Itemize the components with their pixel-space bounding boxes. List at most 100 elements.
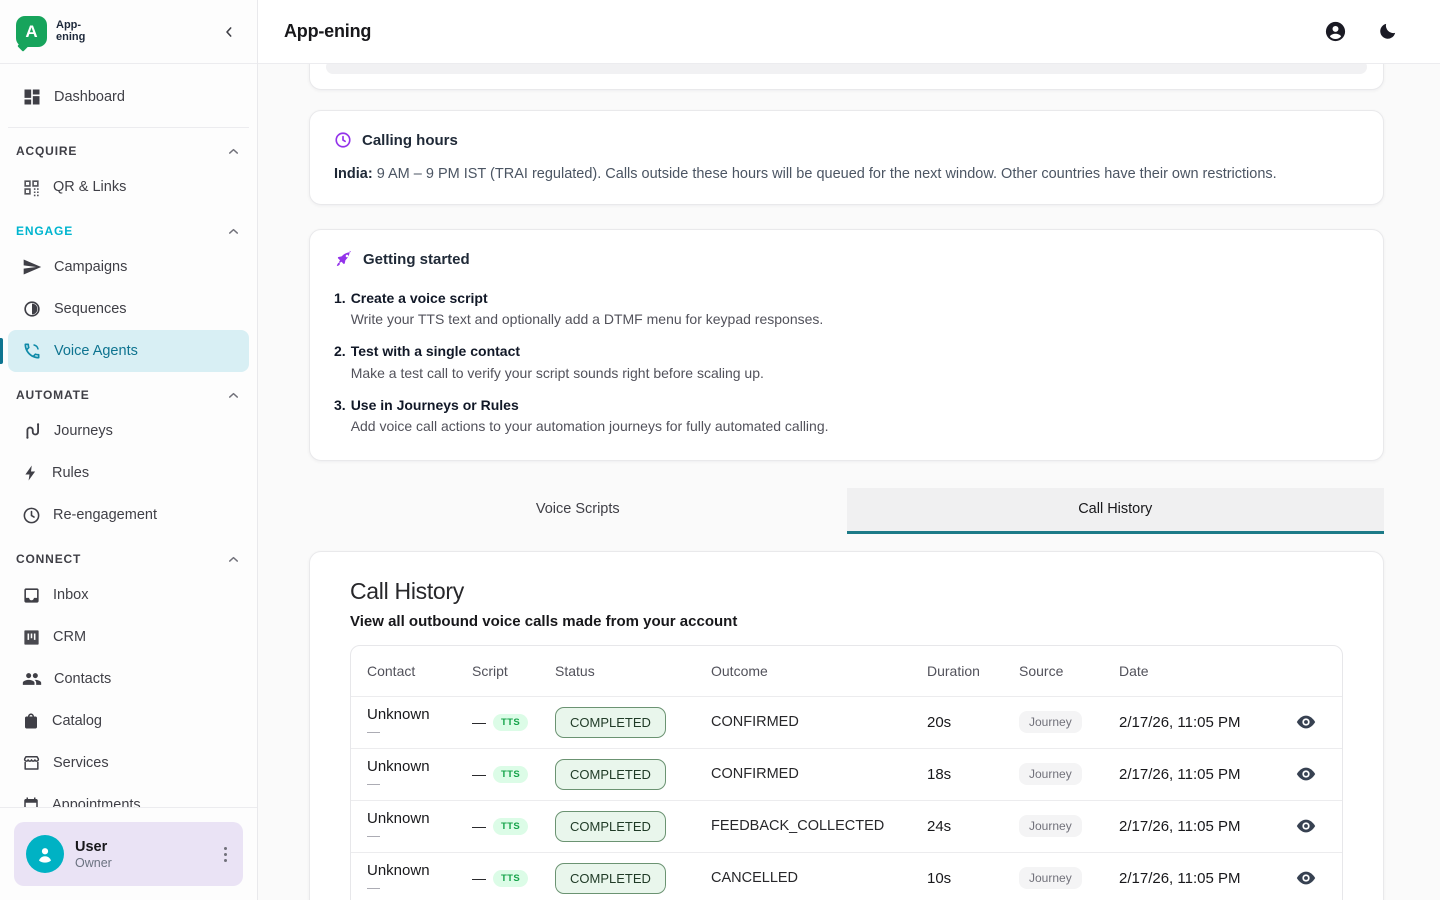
contact-name: Unknown xyxy=(367,706,472,723)
date-value: 2/17/26, 11:05 PM xyxy=(1119,818,1269,835)
column-header-status: Status xyxy=(555,663,711,679)
moon-icon xyxy=(1377,21,1398,42)
outcome-value: CONFIRMED xyxy=(711,766,927,782)
dark-mode-toggle[interactable] xyxy=(1375,19,1400,44)
step-number: 2. xyxy=(334,342,346,380)
step-description: Write your TTS text and optionally add a… xyxy=(351,311,824,327)
storefront-icon xyxy=(22,754,41,773)
tts-badge: TTS xyxy=(493,870,528,887)
tab-call-history[interactable]: Call History xyxy=(847,488,1385,534)
chevron-left-icon xyxy=(221,24,237,40)
sidebar-item-voice-agents[interactable]: Voice Agents xyxy=(8,330,249,372)
sidebar-item-rules[interactable]: Rules xyxy=(8,452,249,494)
script-value: — xyxy=(472,766,486,782)
contact-name: Unknown xyxy=(367,862,472,879)
sidebar-item-sequences[interactable]: Sequences xyxy=(8,288,249,330)
view-call-button[interactable] xyxy=(1292,760,1320,788)
outcome-value: CANCELLED xyxy=(711,870,927,886)
kebab-dot xyxy=(224,853,227,856)
sidebar-item-qr-links[interactable]: QR & Links xyxy=(8,166,249,208)
account-button[interactable] xyxy=(1322,18,1349,45)
content-scroll-area[interactable]: Calling hours India: 9 AM – 9 PM IST (TR… xyxy=(258,64,1440,900)
contact-name: Unknown xyxy=(367,758,472,775)
page-title: App-ening xyxy=(284,21,371,42)
route-icon xyxy=(22,421,42,441)
sidebar-item-inbox[interactable]: Inbox xyxy=(8,574,249,616)
contact-name: Unknown xyxy=(367,810,472,827)
header-actions xyxy=(1322,18,1400,45)
sidebar-item-label: Journeys xyxy=(54,423,113,439)
user-meta: User Owner xyxy=(75,839,209,870)
sidebar-item-label: Catalog xyxy=(52,713,102,729)
outcome-value: FEEDBACK_COLLECTED xyxy=(711,818,927,834)
date-value: 2/17/26, 11:05 PM xyxy=(1119,870,1269,887)
sidebar-item-label: Re-engagement xyxy=(53,507,157,523)
step-item: 2. Test with a single contact Make a tes… xyxy=(334,342,1359,380)
eye-icon xyxy=(1295,711,1317,733)
sidebar-item-label: Voice Agents xyxy=(54,343,138,359)
sidebar-item-label: CRM xyxy=(53,629,86,645)
dashboard-icon xyxy=(22,87,42,107)
step-number: 1. xyxy=(334,289,346,327)
contact-sub: — xyxy=(367,724,472,739)
sidebar-item-label: Dashboard xyxy=(54,89,125,105)
sidebar-item-appointments[interactable]: Appointments xyxy=(8,784,249,807)
table-row: Unknown — — TTS COMPLETED CANCELLED 10s … xyxy=(351,852,1342,900)
status-badge: COMPLETED xyxy=(555,759,666,790)
bag-icon xyxy=(22,712,40,730)
duration-value: 24s xyxy=(927,818,1019,835)
user-name: User xyxy=(75,839,209,855)
view-call-button[interactable] xyxy=(1292,812,1320,840)
sidebar-section-engage[interactable]: ENGAGE xyxy=(8,216,249,246)
top-header: App-ening xyxy=(258,0,1440,64)
sidebar-item-label: Inbox xyxy=(53,587,88,603)
sidebar-collapse-button[interactable] xyxy=(217,20,241,44)
sidebar-item-journeys[interactable]: Journeys xyxy=(8,410,249,452)
sidebar-item-dashboard[interactable]: Dashboard xyxy=(8,76,249,118)
sidebar-item-services[interactable]: Services xyxy=(8,742,249,784)
app-logo: A xyxy=(16,16,47,47)
sidebar-item-catalog[interactable]: Catalog xyxy=(8,700,249,742)
scrolled-card-partial xyxy=(309,64,1384,90)
app-logo-text: App- ening xyxy=(56,20,85,43)
step-item: 1. Create a voice script Write your TTS … xyxy=(334,289,1359,327)
sidebar-section-acquire[interactable]: ACQUIRE xyxy=(8,136,249,166)
sidebar-item-contacts[interactable]: Contacts xyxy=(8,658,249,700)
getting-started-card: Getting started 1. Create a voice script… xyxy=(309,229,1384,461)
sidebar-section-connect[interactable]: CONNECT xyxy=(8,544,249,574)
table-row: Unknown — — TTS COMPLETED FEEDBACK_COLLE… xyxy=(351,800,1342,852)
script-value: — xyxy=(472,870,486,886)
send-icon xyxy=(22,257,42,277)
calling-hours-text: India: 9 AM – 9 PM IST (TRAI regulated).… xyxy=(334,164,1359,184)
contact-sub: — xyxy=(367,776,472,791)
user-menu-button[interactable] xyxy=(220,843,231,866)
duration-value: 20s xyxy=(927,714,1019,731)
source-badge: Journey xyxy=(1019,815,1082,837)
view-call-button[interactable] xyxy=(1292,864,1320,892)
chevron-up-icon xyxy=(226,224,241,239)
column-header-duration: Duration xyxy=(927,663,1019,679)
sidebar-item-crm[interactable]: CRM xyxy=(8,616,249,658)
date-value: 2/17/26, 11:05 PM xyxy=(1119,714,1269,731)
sidebar-section-automate[interactable]: AUTOMATE xyxy=(8,380,249,410)
getting-started-steps: 1. Create a voice script Write your TTS … xyxy=(334,289,1359,434)
eye-icon xyxy=(1295,867,1317,889)
sidebar-item-label: Sequences xyxy=(54,301,127,317)
tab-voice-scripts[interactable]: Voice Scripts xyxy=(309,488,847,534)
kebab-dot xyxy=(224,859,227,862)
step-description: Make a test call to verify your script s… xyxy=(351,365,764,381)
person-icon xyxy=(34,843,56,865)
view-call-button[interactable] xyxy=(1292,708,1320,736)
chevron-up-icon xyxy=(226,552,241,567)
tts-badge: TTS xyxy=(493,818,528,835)
kanban-icon xyxy=(22,628,41,647)
sidebar-item-re-engagement[interactable]: Re-engagement xyxy=(8,494,249,536)
user-card[interactable]: User Owner xyxy=(14,822,243,886)
sidebar-item-label: Campaigns xyxy=(54,259,127,275)
sidebar-item-label: Services xyxy=(53,755,109,771)
table-header-row: Contact Script Status Outcome Duration S… xyxy=(351,646,1342,696)
user-role: Owner xyxy=(75,856,209,870)
sidebar-item-campaigns[interactable]: Campaigns xyxy=(8,246,249,288)
outcome-value: CONFIRMED xyxy=(711,714,927,730)
duration-value: 10s xyxy=(927,870,1019,887)
